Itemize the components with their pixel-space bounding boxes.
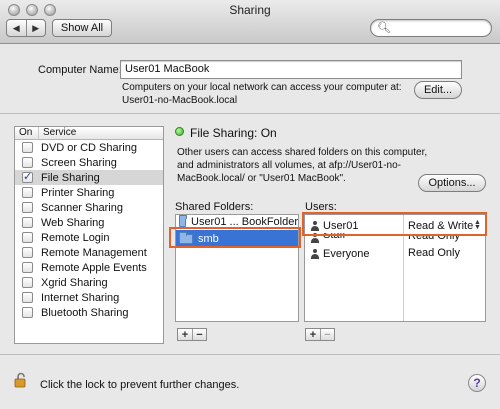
window-title: Sharing [229, 3, 271, 17]
back-arrow-icon: ◀ [12, 22, 20, 33]
service-label: Bluetooth Sharing [41, 306, 129, 319]
forward-button[interactable]: ▶ [25, 20, 46, 36]
search-field[interactable]: 🔍︎ [370, 19, 492, 37]
service-checkbox[interactable] [22, 217, 33, 228]
service-item[interactable]: File Sharing [15, 170, 163, 185]
service-checkbox[interactable] [22, 187, 33, 198]
address-note-line2: User01-no-MacBook.local [122, 95, 238, 106]
service-item[interactable]: Printer Sharing [15, 185, 163, 200]
shared-folders-label: Shared Folders: [175, 201, 254, 213]
service-label: Remote Apple Events [41, 261, 147, 274]
service-item[interactable]: Screen Sharing [15, 155, 163, 170]
service-checkbox[interactable] [22, 307, 33, 318]
lock-message: Click the lock to prevent further change… [40, 379, 240, 391]
title-bar: Sharing ◀ ▶ Show All 🔍︎ [0, 0, 500, 44]
search-icon: 🔍︎ [377, 22, 391, 34]
service-label: Remote Management [41, 246, 147, 259]
service-item[interactable]: Internet Sharing [15, 290, 163, 305]
service-list: On Service DVD or CD Sharing Screen Shari… [14, 126, 164, 344]
permission-popup[interactable]: Read Only [408, 247, 460, 259]
service-label: Web Sharing [41, 216, 105, 229]
highlight-smb-folder [169, 227, 301, 248]
service-checkbox[interactable] [22, 170, 33, 183]
everyone-icon [310, 249, 320, 259]
edit-button[interactable]: Edit... [414, 81, 462, 99]
service-label: Printer Sharing [41, 186, 115, 199]
folder-icon [179, 215, 187, 227]
address-note-line1: Computers on your local network can acce… [122, 82, 402, 93]
service-checkbox[interactable] [22, 202, 33, 213]
service-list-header: On Service [15, 127, 163, 140]
service-item[interactable]: Remote Login [15, 230, 163, 245]
service-item[interactable]: DVD or CD Sharing [15, 140, 163, 155]
service-label: Remote Login [41, 231, 110, 244]
remove-folder-button[interactable]: − [192, 329, 206, 340]
service-checkbox[interactable] [22, 292, 33, 303]
service-checkbox[interactable] [22, 157, 33, 168]
computer-name-input[interactable]: User01 MacBook [120, 60, 462, 79]
lock-icon[interactable] [14, 372, 28, 388]
add-user-button[interactable]: + [306, 329, 320, 340]
folder-add-remove: + − [177, 328, 207, 341]
service-item[interactable]: Xgrid Sharing [15, 275, 163, 290]
options-button[interactable]: Options... [418, 174, 486, 192]
service-checkbox[interactable] [22, 247, 33, 258]
help-button[interactable]: ? [468, 374, 486, 392]
remove-user-button[interactable]: − [320, 329, 334, 340]
description-line2: and administrators all volumes, at afp:/… [177, 160, 401, 171]
service-item[interactable]: Web Sharing [15, 215, 163, 230]
service-label: Internet Sharing [41, 291, 120, 304]
show-all-button[interactable]: Show All [52, 19, 112, 37]
service-checkbox[interactable] [22, 232, 33, 243]
description-line1: Other users can access shared folders on… [177, 147, 428, 158]
column-header-service[interactable]: Service [39, 127, 76, 139]
description-line3: MacBook.local/ or "User01 MacBook". [177, 173, 346, 184]
service-item[interactable]: Remote Management [15, 245, 163, 260]
service-label: File Sharing [41, 171, 100, 184]
file-sharing-status: File Sharing: On [190, 126, 277, 140]
service-item[interactable]: Scanner Sharing [15, 200, 163, 215]
forward-arrow-icon: ▶ [32, 22, 40, 33]
status-indicator-icon [175, 127, 184, 136]
divider [0, 113, 500, 114]
service-label: Screen Sharing [41, 156, 117, 169]
divider [0, 354, 500, 355]
service-checkbox[interactable] [22, 277, 33, 288]
add-folder-button[interactable]: + [178, 329, 192, 340]
computer-address-note: Computers on your local network can acce… [122, 81, 402, 107]
service-item[interactable]: Remote Apple Events [15, 260, 163, 275]
service-label: Xgrid Sharing [41, 276, 108, 289]
service-checkbox[interactable] [22, 262, 33, 273]
highlight-user01-row [302, 212, 487, 236]
user-add-remove: + − [305, 328, 335, 341]
folder-name: User01 ... BookFolder [191, 215, 298, 228]
service-rows: DVD or CD Sharing Screen Sharing File Shar… [15, 140, 163, 320]
computer-name-label: Computer Name: [38, 64, 122, 76]
user-name: Everyone [323, 248, 370, 260]
column-header-on[interactable]: On [15, 127, 39, 139]
nav-buttons: ◀ ▶ [6, 19, 46, 37]
service-label: DVD or CD Sharing [41, 141, 137, 154]
service-checkbox[interactable] [22, 142, 33, 153]
service-label: Scanner Sharing [41, 201, 123, 214]
file-sharing-description: Other users can access shared folders on… [177, 146, 427, 185]
back-button[interactable]: ◀ [7, 20, 26, 36]
service-item[interactable]: Bluetooth Sharing [15, 305, 163, 320]
